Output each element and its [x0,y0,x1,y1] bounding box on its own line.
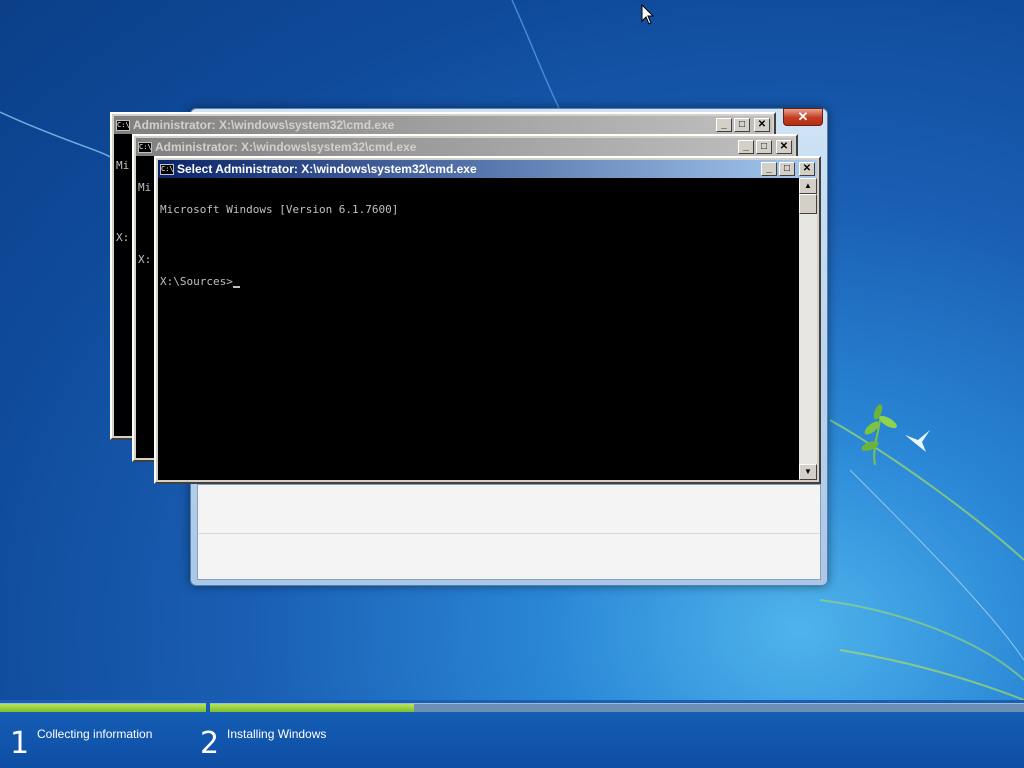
console-app-icon[interactable]: C:\ [160,163,174,175]
setup-progress-bar [0,703,1024,712]
console-app-icon[interactable]: C:\ [138,141,152,153]
text-cursor [232,286,240,288]
step-label: Installing Windows [227,727,327,741]
step-number: 2 [200,726,220,761]
maximize-button[interactable]: □ [734,118,750,132]
maximize-button[interactable]: □ [779,162,795,176]
console-app-icon[interactable]: C:\ [116,119,130,131]
setup-divider [198,533,820,534]
progress-segment-collecting [0,703,206,712]
minimize-button[interactable]: _ [738,140,754,154]
progress-fill [210,704,414,712]
vertical-scrollbar[interactable]: ▲ ▼ [799,178,817,480]
cmd-window-active-titlebar[interactable]: C:\ Select Administrator: X:\windows\sys… [158,160,817,178]
cmd-window-active[interactable]: C:\ Select Administrator: X:\windows\sys… [154,156,821,484]
step-number: 1 [10,726,30,761]
progress-fill [0,704,206,712]
console-output[interactable]: Microsoft Windows [Version 6.1.7600] X:\… [158,178,799,480]
mouse-pointer-icon [641,4,655,25]
console-version-line: Microsoft Windows [Version 6.1.7600] [160,203,399,216]
close-button[interactable]: ✕ [799,162,815,176]
cmd-window-middle-titlebar[interactable]: C:\ Administrator: X:\windows\system32\c… [136,138,794,156]
setup-progress-bar-area: 1 Collecting information 2 Installing Wi… [0,700,1024,768]
setup-close-button[interactable]: ✕ [783,108,823,126]
minimize-button[interactable]: _ [761,162,777,176]
step-label: Collecting information [37,727,153,741]
close-button[interactable]: ✕ [754,118,770,132]
window-title: Select Administrator: X:\windows\system3… [177,162,477,176]
setup-window-content [197,484,821,580]
scroll-thumb[interactable] [799,194,817,214]
window-title: Administrator: X:\windows\system32\cmd.e… [155,140,417,154]
wallpaper-leaf-bird-icon [861,404,930,466]
minimize-button[interactable]: _ [716,118,732,132]
scroll-up-icon[interactable]: ▲ [799,178,817,194]
scroll-down-icon[interactable]: ▼ [799,464,817,480]
progress-segment-installing [210,703,1024,712]
console-prompt: X:\Sources> [160,275,233,288]
window-title: Administrator: X:\windows\system32\cmd.e… [133,118,395,132]
close-button[interactable]: ✕ [776,140,792,154]
console-prompt-line[interactable]: X:\Sources> [160,276,799,288]
maximize-button[interactable]: □ [756,140,772,154]
cmd-window-back-titlebar[interactable]: C:\ Administrator: X:\windows\system32\c… [114,116,772,134]
